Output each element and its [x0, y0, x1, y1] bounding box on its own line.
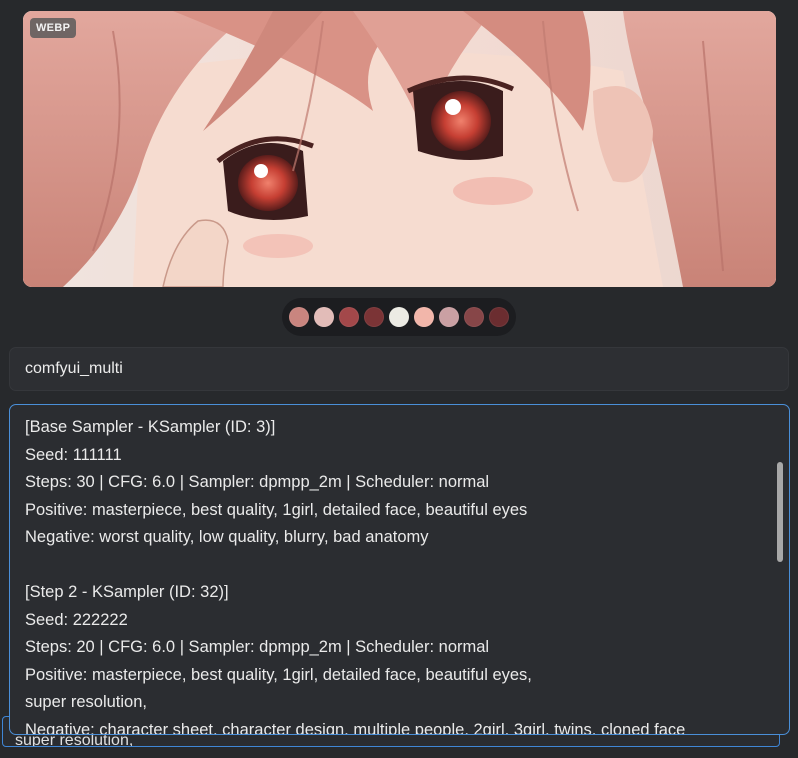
parameters-line: Seed: 111111 [25, 445, 122, 464]
palette-swatch[interactable] [339, 307, 359, 327]
parameters-line: Positive: masterpiece, best quality, 1gi… [25, 500, 528, 519]
palette-swatch[interactable] [389, 307, 409, 327]
scrollbar-thumb[interactable] [777, 462, 783, 562]
parameters-line: [Base Sampler - KSampler (ID: 3)] [25, 418, 276, 436]
palette-swatch[interactable] [439, 307, 459, 327]
parameters-line: Negative: worst quality, low quality, bl… [25, 528, 429, 546]
name-field[interactable]: comfyui_multi [9, 347, 789, 391]
palette-swatch[interactable] [289, 307, 309, 327]
color-palette [282, 298, 516, 336]
anime-portrait-image [23, 11, 776, 287]
parameters-line: Seed: 222222 [25, 610, 128, 629]
palette-swatch[interactable] [489, 307, 509, 327]
parameters-text: [Base Sampler - KSampler (ID: 3)] Seed: 1… [25, 414, 765, 735]
format-badge: WEBP [30, 18, 77, 38]
parameters-line: Steps: 20 | CFG: 6.0 | Sampler: dpmpp_2m… [25, 638, 490, 656]
palette-swatch[interactable] [414, 307, 434, 327]
palette-swatch[interactable] [364, 307, 384, 327]
parameters-textarea[interactable]: [Base Sampler - KSampler (ID: 3)] Seed: 1… [9, 404, 790, 735]
parameters-line: Negative: character sheet, character des… [25, 720, 686, 735]
palette-swatch[interactable] [464, 307, 484, 327]
parameters-line: [Step 2 - KSampler (ID: 32)] [25, 583, 229, 601]
image-preview[interactable]: WEBP [23, 11, 776, 287]
parameters-line: super resolution, [25, 693, 147, 711]
palette-swatch[interactable] [314, 307, 334, 327]
parameters-line: Steps: 30 | CFG: 6.0 | Sampler: dpmpp_2m… [25, 473, 490, 491]
parameters-line: Positive: masterpiece, best quality, 1gi… [25, 665, 532, 684]
parameters-line [25, 552, 765, 580]
